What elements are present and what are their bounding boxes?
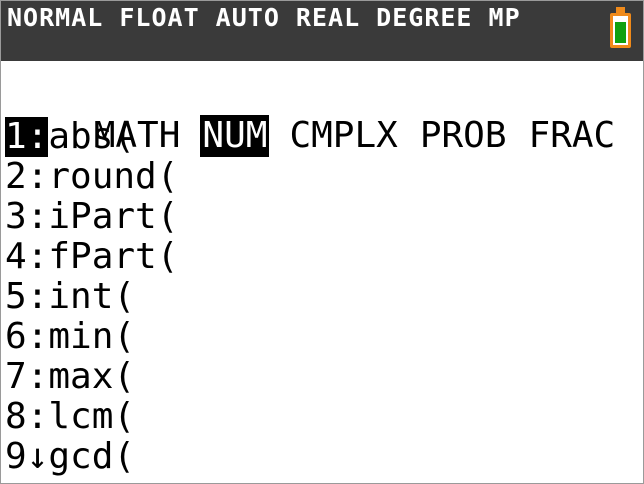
item-number: 7: <box>5 356 49 397</box>
tab-prob[interactable]: PROB <box>418 115 509 157</box>
item-number: 3: <box>5 196 49 237</box>
item-number: 2: <box>5 156 49 197</box>
menu-item-round[interactable]: 2:round( <box>5 157 178 197</box>
item-label: min( <box>48 316 136 357</box>
item-number: 5: <box>5 276 49 317</box>
item-label: fPart( <box>48 236 179 277</box>
menu-item-min[interactable]: 6:min( <box>5 317 178 357</box>
item-number: 6: <box>5 316 49 357</box>
tab-cmplx[interactable]: CMPLX <box>287 115 399 157</box>
item-label: lcm( <box>48 396 136 437</box>
item-label: abs( <box>48 116 136 157</box>
item-number: 1: <box>5 116 49 157</box>
battery-icon <box>610 13 631 48</box>
menu-item-abs[interactable]: 1:abs( <box>5 117 178 157</box>
menu-item-max[interactable]: 7:max( <box>5 357 178 397</box>
item-label: max( <box>48 356 136 397</box>
tab-num[interactable]: NUM <box>200 115 270 157</box>
item-number: 9↓ <box>5 436 49 477</box>
menu-item-fpart[interactable]: 4:fPart( <box>5 237 178 277</box>
menu-item-ipart[interactable]: 3:iPart( <box>5 197 178 237</box>
menu-item-lcm[interactable]: 8:lcm( <box>5 397 178 437</box>
item-label: iPart( <box>48 196 179 237</box>
menu-tabs: MATH NUM CMPLX PROB FRAC <box>5 73 635 157</box>
item-label: gcd( <box>48 436 136 477</box>
calculator-screen: NORMAL FLOAT AUTO REAL DEGREE MP MATH NUM… <box>0 0 644 484</box>
mode-status-text: NORMAL FLOAT AUTO REAL DEGREE MP <box>7 3 521 32</box>
item-label: round( <box>48 156 179 197</box>
item-number: 8: <box>5 396 49 437</box>
menu-item-gcd[interactable]: 9↓gcd( <box>5 437 178 477</box>
function-menu: 1:abs( 2:round( 3:iPart( 4:fPart( 5:int(… <box>5 117 178 477</box>
status-bar: NORMAL FLOAT AUTO REAL DEGREE MP <box>1 1 643 61</box>
battery-level-fill <box>615 22 626 43</box>
item-number: 4: <box>5 236 49 277</box>
tab-frac[interactable]: FRAC <box>527 115 618 157</box>
menu-item-int[interactable]: 5:int( <box>5 277 178 317</box>
item-label: int( <box>48 276 136 317</box>
